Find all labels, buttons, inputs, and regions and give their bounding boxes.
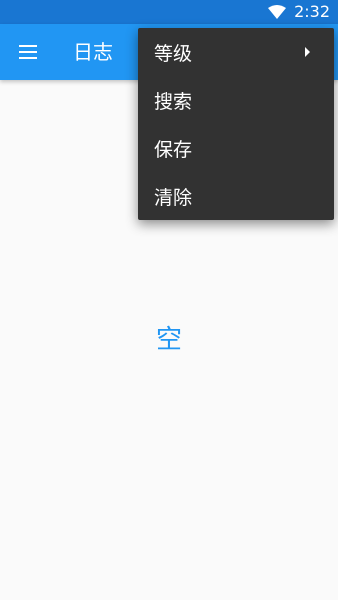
overflow-menu: 等级 搜索 保存 清除: [138, 28, 334, 220]
status-bar: 2:32: [0, 0, 338, 24]
menu-item-label: 搜索: [154, 90, 193, 113]
menu-item-label: 等级: [154, 42, 193, 65]
submenu-arrow-icon: [305, 47, 310, 57]
navigation-menu-button[interactable]: [6, 28, 50, 76]
page-title: 日志: [73, 40, 113, 64]
status-time: 2:32: [294, 2, 330, 21]
menu-item-search[interactable]: 搜索: [138, 76, 334, 124]
hamburger-menu-icon: [19, 45, 37, 59]
empty-state-label: 空: [155, 325, 182, 355]
menu-item-save[interactable]: 保存: [138, 124, 334, 172]
menu-item-label: 清除: [154, 186, 193, 209]
wifi-icon: [268, 5, 286, 19]
menu-item-label: 保存: [154, 138, 193, 161]
menu-item-level[interactable]: 等级: [138, 28, 334, 76]
menu-item-clear[interactable]: 清除: [138, 172, 334, 220]
